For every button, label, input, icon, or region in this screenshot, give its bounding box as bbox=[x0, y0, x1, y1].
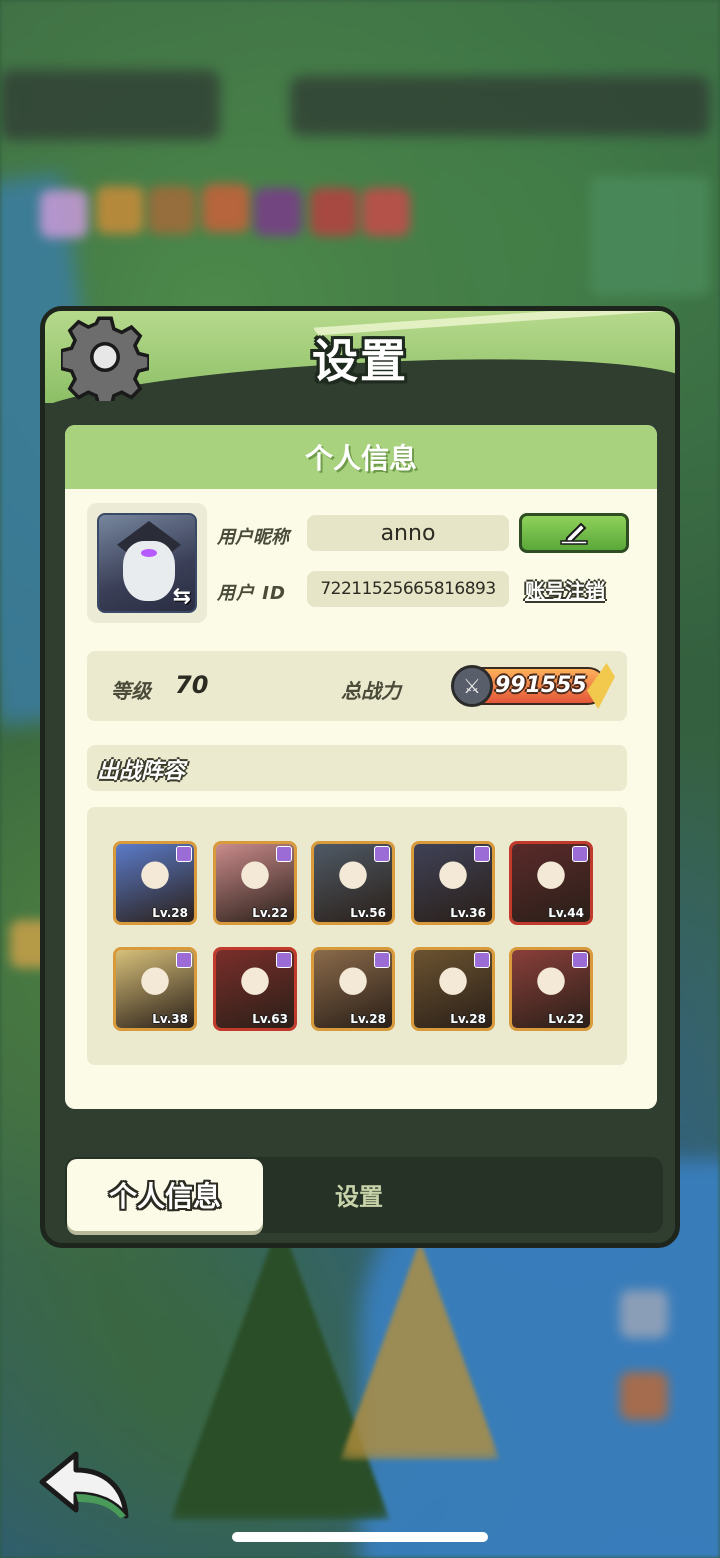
avatar-frame[interactable]: ⇆ bbox=[87, 503, 207, 623]
lineup-title: 出战阵容 bbox=[97, 759, 186, 784]
hero-level: Lv.28 bbox=[450, 1012, 486, 1026]
card-title: 个人信息 bbox=[65, 425, 657, 489]
hero-rank-icon bbox=[572, 952, 588, 968]
home-indicator[interactable] bbox=[232, 1532, 488, 1542]
avatar[interactable]: ⇆ bbox=[97, 513, 197, 613]
hero-rank-icon bbox=[276, 846, 292, 862]
lineup-header: 出战阵容 bbox=[87, 745, 627, 791]
hero-rank-icon bbox=[374, 846, 390, 862]
stats-bar: 等级 70 总战力 991555 ⚔ bbox=[87, 651, 627, 721]
level-value: 70 bbox=[175, 671, 209, 699]
hero-rank-icon bbox=[176, 846, 192, 862]
hero-slot[interactable]: Lv.28 bbox=[411, 947, 495, 1031]
hero-lineup: Lv.28 Lv.22 Lv.56 Lv.36 Lv.44 Lv.38 Lv.63 Lv.28… bbox=[87, 807, 627, 1065]
hero-slot[interactable]: Lv.22 bbox=[509, 947, 593, 1031]
hero-slot[interactable]: Lv.63 bbox=[213, 947, 297, 1031]
hero-level: Lv.22 bbox=[548, 1012, 584, 1026]
hero-rank-icon bbox=[176, 952, 192, 968]
swap-icon[interactable]: ⇆ bbox=[173, 584, 191, 609]
power-label: 总战力 bbox=[341, 679, 401, 703]
hero-level: Lv.22 bbox=[252, 906, 288, 920]
nickname-field: anno bbox=[307, 515, 509, 551]
hero-rank-icon bbox=[374, 952, 390, 968]
power-badge: 991555 ⚔ bbox=[451, 663, 615, 709]
hero-level: Lv.63 bbox=[252, 1012, 288, 1026]
personal-info-card: 个人信息 ⇆ 用户昵称 anno 用户 ID 72211525665816893 bbox=[65, 425, 657, 1109]
power-value: 991555 bbox=[495, 673, 587, 698]
hero-level: Lv.28 bbox=[350, 1012, 386, 1026]
hero-level: Lv.36 bbox=[450, 906, 486, 920]
hero-level: Lv.28 bbox=[152, 906, 188, 920]
pencil-icon bbox=[560, 522, 588, 545]
bottom-tabs: 个人信息 设置 bbox=[65, 1157, 663, 1233]
hero-level: Lv.38 bbox=[152, 1012, 188, 1026]
sword-icon: ⚔ bbox=[451, 665, 493, 707]
hero-slot[interactable]: Lv.36 bbox=[411, 841, 495, 925]
panel-title: 设置 bbox=[312, 334, 408, 388]
tab-settings[interactable]: 设置 bbox=[335, 1177, 383, 1212]
hero-rank-icon bbox=[276, 952, 292, 968]
hero-slot[interactable]: Lv.38 bbox=[113, 947, 197, 1031]
hero-slot[interactable]: Lv.28 bbox=[113, 841, 197, 925]
hero-rank-icon bbox=[474, 846, 490, 862]
tab-personal-info[interactable]: 个人信息 bbox=[67, 1159, 263, 1231]
back-arrow-icon[interactable] bbox=[36, 1448, 132, 1520]
hero-slot[interactable]: Lv.28 bbox=[311, 947, 395, 1031]
user-id-label: 用户 ID bbox=[217, 583, 286, 604]
profile-section: ⇆ 用户昵称 anno 用户 ID 72211525665816893 账号注销 bbox=[87, 503, 635, 625]
hero-level: Lv.44 bbox=[548, 906, 584, 920]
level-label: 等级 bbox=[111, 679, 151, 703]
edit-nickname-button[interactable] bbox=[519, 513, 629, 553]
nickname-label: 用户昵称 bbox=[217, 527, 289, 548]
settings-panel: 设置 个人信息 ⇆ 用户昵称 anno 用户 ID 72211525665816… bbox=[40, 306, 680, 1248]
hero-rank-icon bbox=[572, 846, 588, 862]
hero-slot[interactable]: Lv.56 bbox=[311, 841, 395, 925]
cancel-account-link[interactable]: 账号注销 bbox=[525, 575, 605, 604]
user-id-field: 72211525665816893 bbox=[307, 571, 509, 607]
hero-rank-icon bbox=[474, 952, 490, 968]
hero-level: Lv.56 bbox=[350, 906, 386, 920]
hero-slot[interactable]: Lv.44 bbox=[509, 841, 593, 925]
hero-slot[interactable]: Lv.22 bbox=[213, 841, 297, 925]
